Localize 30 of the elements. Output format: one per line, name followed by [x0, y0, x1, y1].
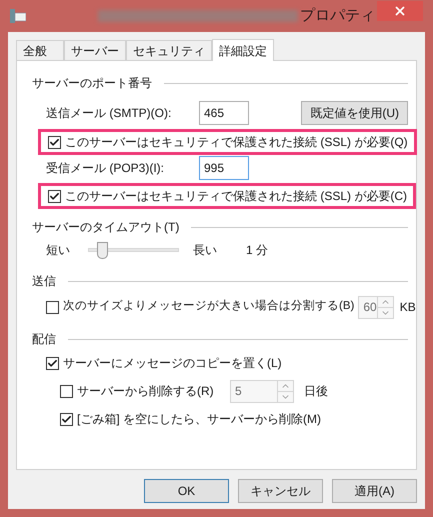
- checkbox-label: サーバーから削除する(R): [77, 383, 214, 400]
- unit-label: KB: [400, 299, 416, 316]
- slider-max-label: 長い: [193, 242, 218, 259]
- port-input[interactable]: 995: [199, 156, 249, 180]
- port-input[interactable]: 465: [199, 101, 249, 125]
- section-heading: 送信: [32, 273, 56, 290]
- unit-label: 日後: [304, 383, 328, 400]
- checkbox-label: [ごみ箱] を空にしたら、サーバーから削除(M): [77, 411, 321, 428]
- tab[interactable]: 詳細設定: [212, 39, 274, 61]
- spin-value: 5: [234, 383, 243, 400]
- default-button[interactable]: 既定値を使用(U): [301, 101, 408, 125]
- slider-min-label: 短い: [46, 242, 71, 259]
- section-heading: サーバーのタイムアウト(T): [32, 219, 180, 236]
- checkbox-label: 次のサイズよりメッセージが大きい場合は分割する(B): [63, 298, 354, 314]
- tab[interactable]: セキュリティ: [126, 40, 212, 60]
- tab[interactable]: 全般: [16, 40, 64, 60]
- section-heading: サーバーのポート番号: [32, 75, 152, 92]
- tab[interactable]: サーバー: [64, 40, 126, 60]
- dialog-button[interactable]: OK: [144, 479, 229, 503]
- field-label: 送信メール (SMTP)(O):: [46, 105, 172, 122]
- spin-value: 60: [362, 299, 377, 316]
- checkbox-label: このサーバーはセキュリティで保護された接続 (SSL) が必要(Q): [65, 134, 408, 151]
- timeout-value: 1 分: [246, 242, 268, 259]
- dialog-button[interactable]: キャンセル: [238, 479, 323, 503]
- checkbox-label: このサーバーはセキュリティで保護された接続 (SSL) が必要(C): [65, 188, 407, 205]
- window-title: プロパティ: [300, 6, 375, 26]
- dialog-button[interactable]: 適用(A): [332, 479, 417, 503]
- section-heading: 配信: [32, 331, 56, 348]
- field-label: 受信メール (POP3)(I):: [46, 160, 166, 177]
- checkbox-label: サーバーにメッセージのコピーを置く(L): [63, 355, 282, 372]
